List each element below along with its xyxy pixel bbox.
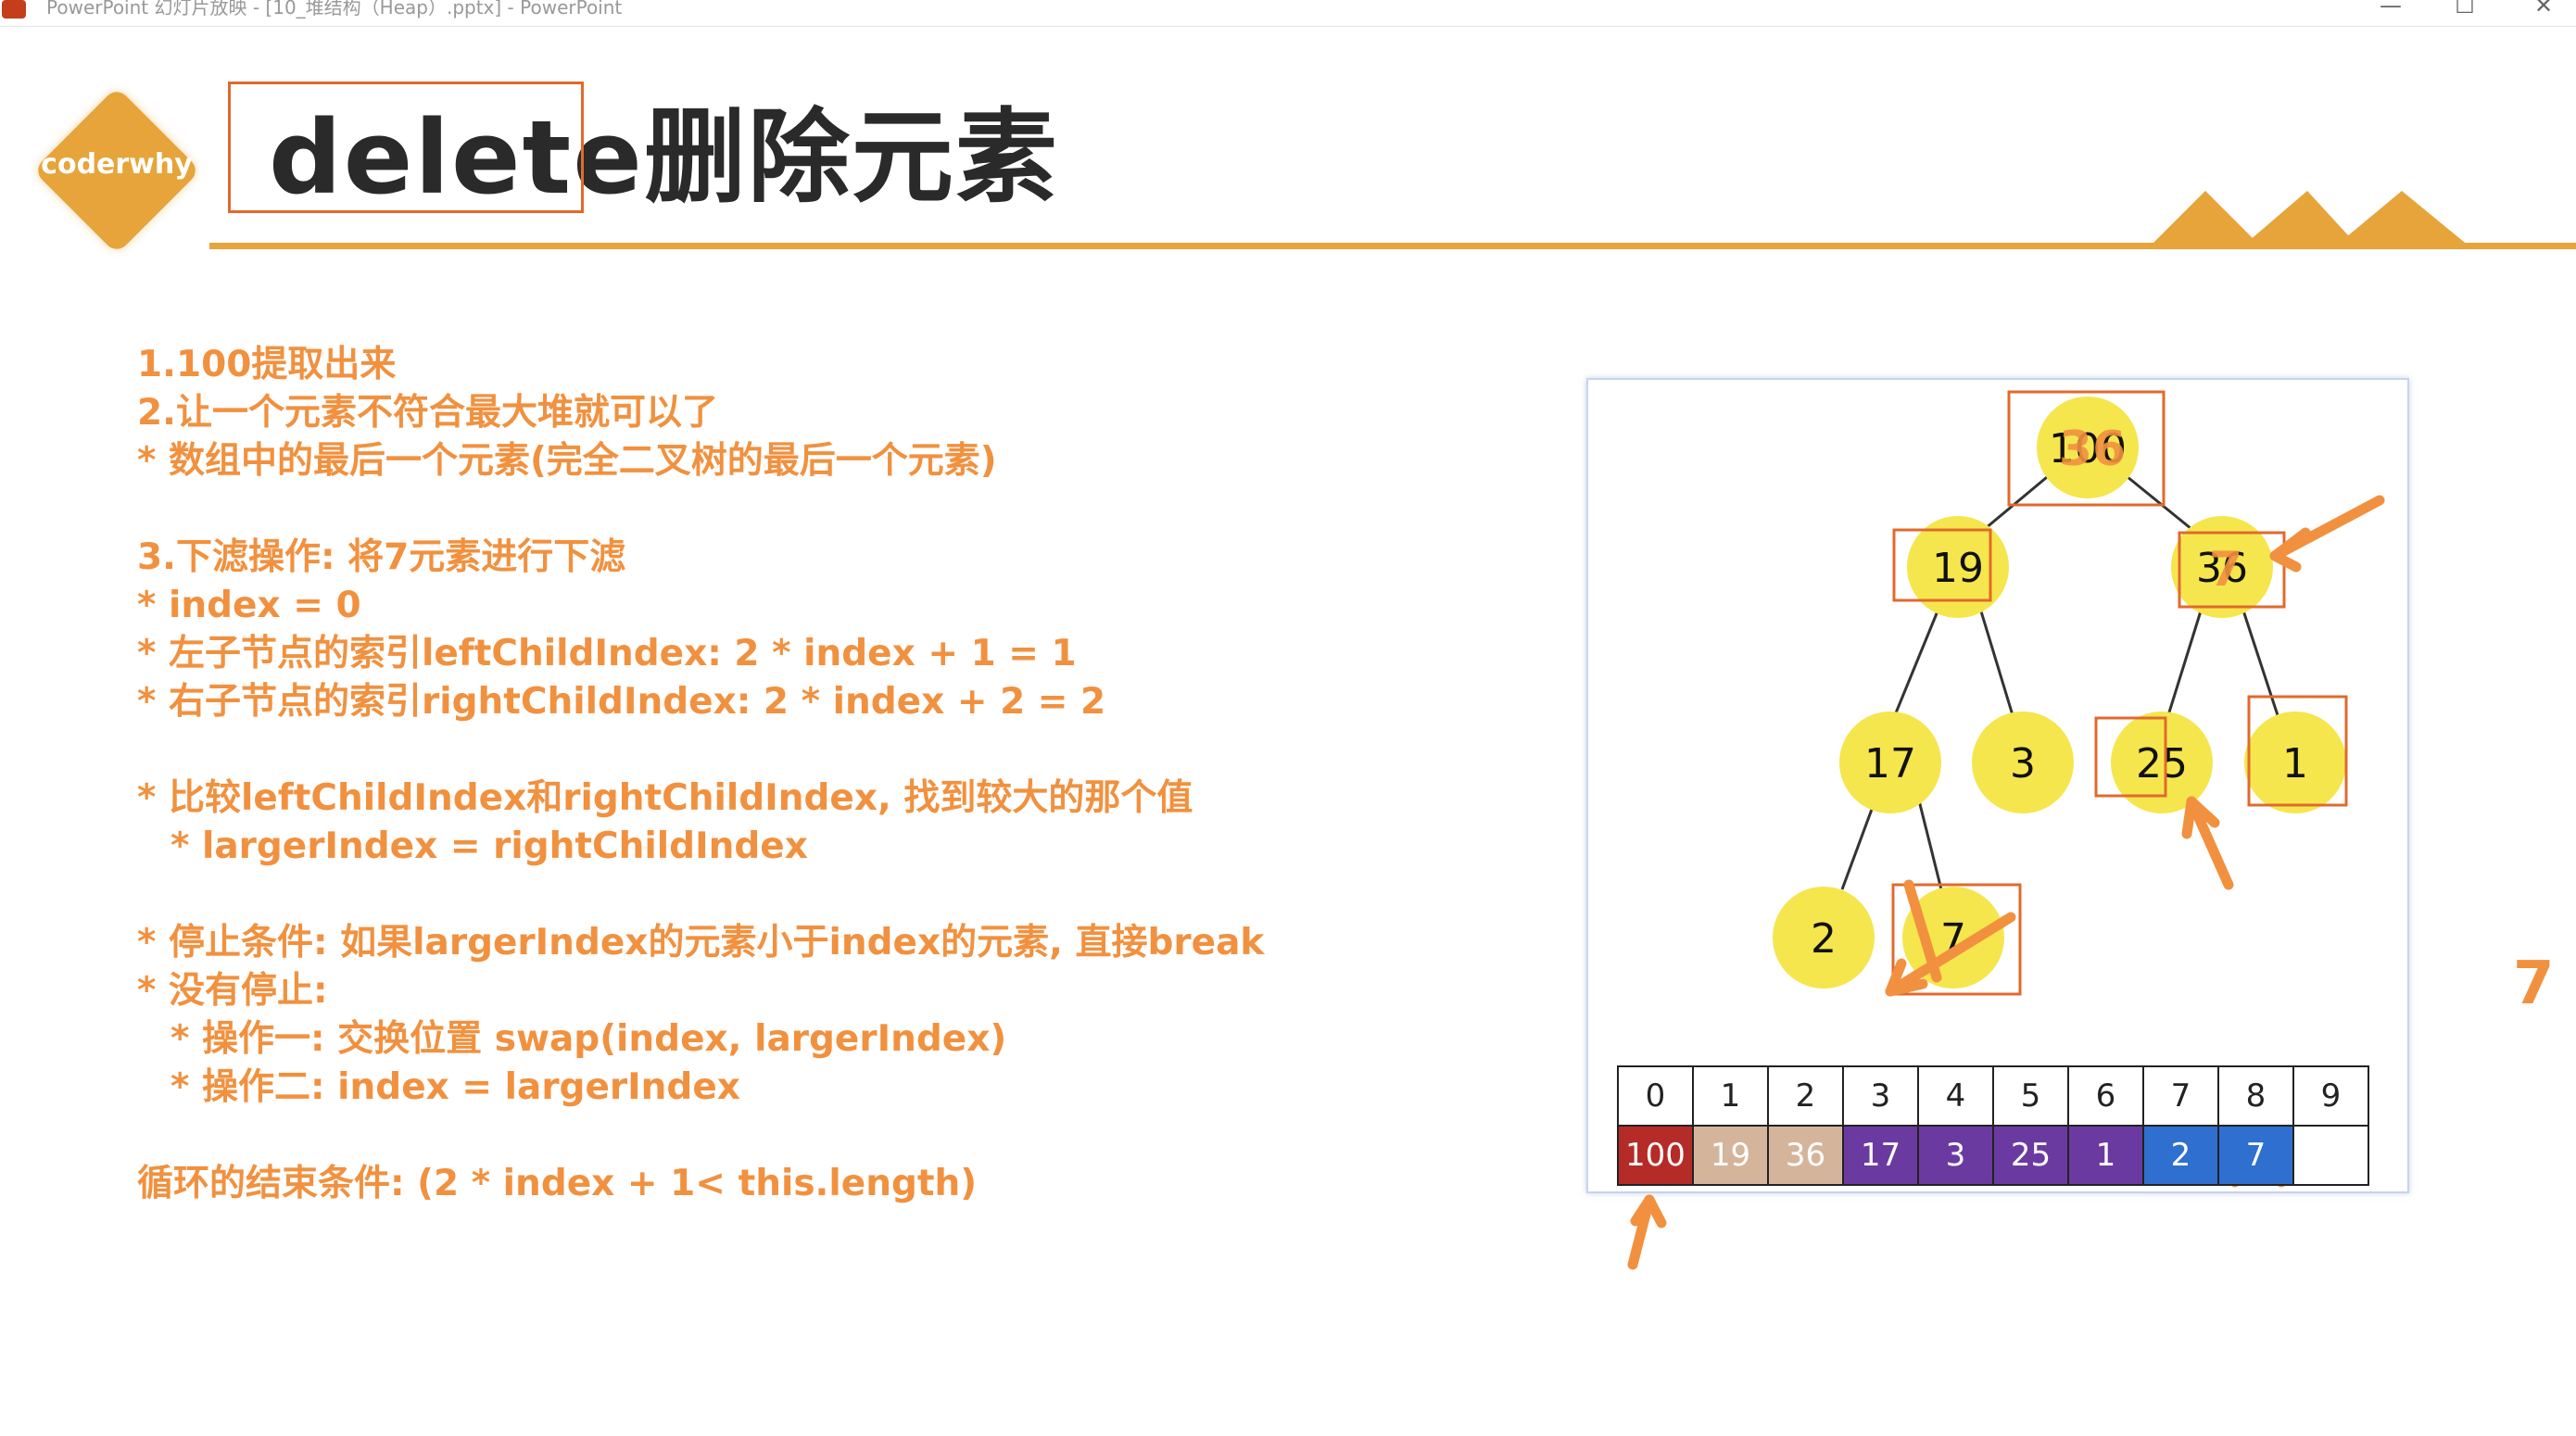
heap-tree-diagram: 100 19 36 17 3 25 1 2 7 36 7 [1627,390,2385,1270]
array-value-cell: 7 [2217,1125,2294,1186]
array-value-cell: 25 [1992,1125,2069,1186]
slide-show-window: PowerPoint 幻灯片放映 - [10_堆结构（Heap）.pptx] -… [0,0,2576,1436]
tree-edge [1840,796,1878,890]
array-index-cell: 7 [2142,1065,2219,1127]
tree-nodes [1773,397,2346,989]
tree-edge [2121,471,2197,535]
heap-array-table: 0 1 2 3 4 5 6 7 8 9 100 19 36 17 3 25 1 … [1617,1065,2369,1186]
tree-edge [2166,601,2205,716]
node-label: 2 [1811,915,1837,963]
tree-edge [2239,601,2279,716]
array-value-cell: 36 [1767,1125,1844,1186]
tree-edge [1976,601,2014,716]
array-value-cell: 19 [1692,1125,1769,1186]
array-index-cell: 5 [1992,1065,2069,1127]
array-index-row: 0 1 2 3 4 5 6 7 8 9 [1617,1065,2369,1127]
array-index-cell: 8 [2217,1065,2294,1127]
node-label: 1 [2282,740,2308,787]
array-index-cell: 6 [2067,1065,2144,1127]
node-label: 25 [2136,740,2188,787]
tree-edge [1916,796,1943,890]
array-index-cell: 9 [2292,1065,2369,1127]
side-annotation: 7 [2513,950,2555,1018]
array-value-cell: 17 [1842,1125,1919,1186]
overlay-label: 36 [2059,422,2126,477]
array-index-cell: 2 [1767,1065,1844,1127]
tree-edge [1979,471,2053,535]
arrowhead-icon [2269,527,2311,573]
node-label: 17 [1864,740,1916,787]
overlay-label: 7 [2209,542,2242,598]
array-value-cell: 2 [2142,1125,2219,1186]
overlay-annotations: 36 7 [2059,422,2242,598]
array-value-cell: 1 [2067,1125,2144,1186]
array-value-cell: 3 [1917,1125,1994,1186]
array-index-cell: 3 [1842,1065,1919,1127]
node-label: 19 [1932,545,1984,592]
array-value-cell [2292,1125,2369,1186]
tree-edge [1893,601,1943,716]
array-index-cell: 4 [1917,1065,1994,1127]
array-index-cell: 0 [1617,1065,1694,1127]
array-value-row: 100 19 36 17 3 25 1 2 7 [1617,1125,2369,1186]
node-label: 3 [2010,740,2036,787]
array-value-cell: 100 [1617,1125,1694,1186]
array-index-cell: 1 [1692,1065,1769,1127]
